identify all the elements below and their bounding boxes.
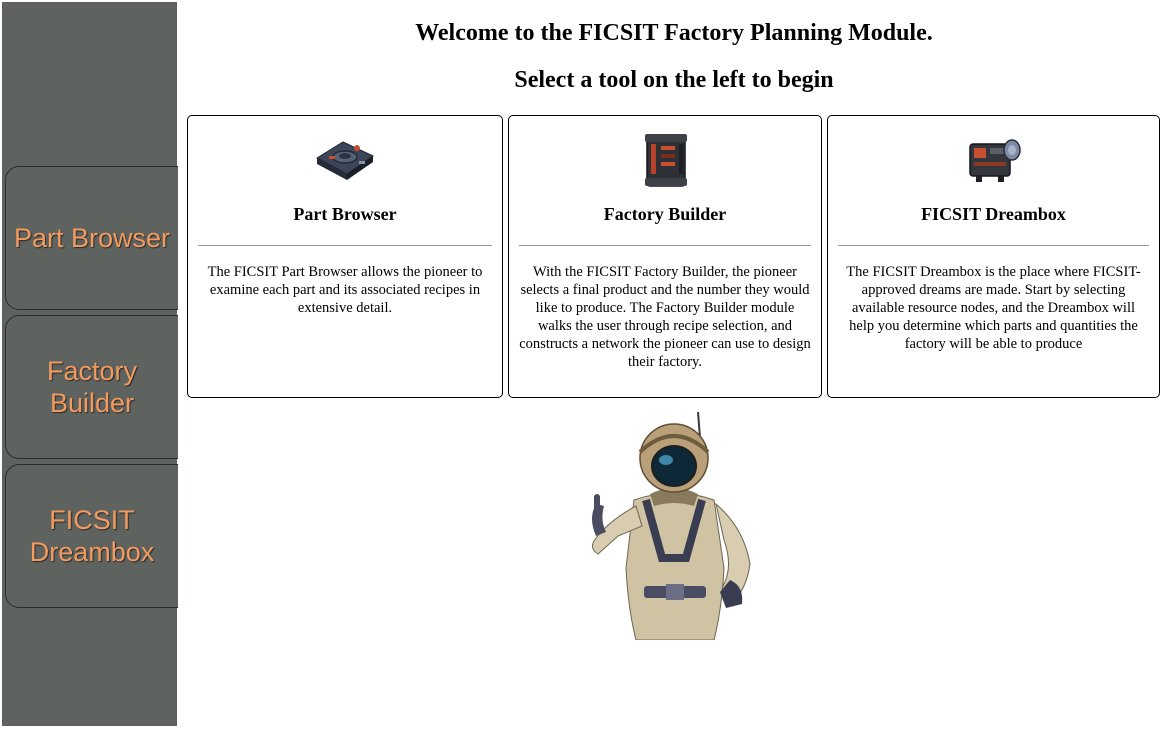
part-browser-card-description: The FICSIT Part Browser allows the pione… xyxy=(207,264,483,316)
nav-part-browser-button[interactable]: Part Browser xyxy=(5,166,178,310)
part-icon xyxy=(315,141,375,180)
factory-builder-card-title: Factory Builder xyxy=(603,204,727,224)
part-browser-card[interactable]: Part Browser The FICSIT Part Browser all… xyxy=(187,115,503,398)
ficsit-dreambox-card-description: The FICSIT Dreambox is the place where F… xyxy=(846,264,1141,352)
pioneer-character-image xyxy=(592,411,751,640)
nav-factory-builder-button[interactable]: Factory Builder xyxy=(5,315,178,459)
factory-builder-card-description: With the FICSIT Factory Builder, the pio… xyxy=(519,264,811,370)
ficsit-dreambox-card[interactable]: FICSIT Dreambox The FICSIT Dreambox is t… xyxy=(827,115,1160,398)
factory-building-icon xyxy=(645,134,687,187)
welcome-heading: Welcome to the FICSIT Factory Planning M… xyxy=(415,20,933,46)
divider xyxy=(198,245,492,246)
divider xyxy=(838,245,1149,246)
divider xyxy=(519,245,811,246)
ficsit-dreambox-card-title: FICSIT Dreambox xyxy=(921,204,1066,224)
factory-builder-card[interactable]: Factory Builder With the FICSIT Factory … xyxy=(508,115,822,398)
dreambox-machine-icon xyxy=(968,139,1021,182)
nav-ficsit-dreambox-button[interactable]: FICSIT Dreambox xyxy=(5,464,178,608)
sidebar: Part Browser Factory Builder FICSIT Drea… xyxy=(2,2,178,726)
select-tool-subheading: Select a tool on the left to begin xyxy=(514,67,834,93)
part-browser-card-title: Part Browser xyxy=(293,204,397,224)
main-content: Welcome to the FICSIT Factory Planning M… xyxy=(184,0,1164,730)
